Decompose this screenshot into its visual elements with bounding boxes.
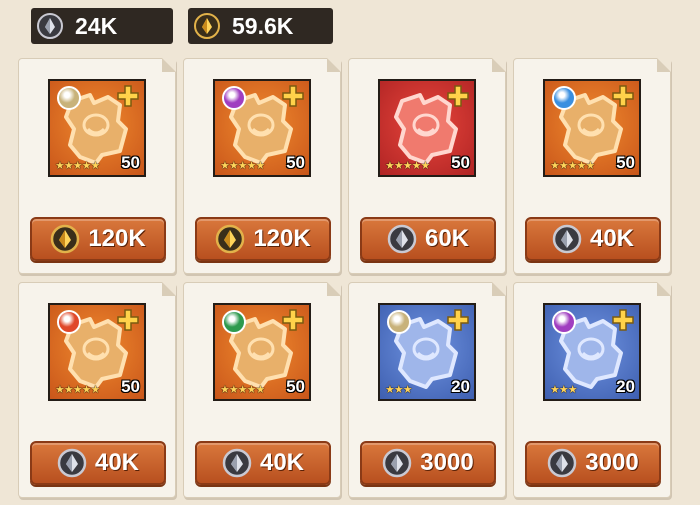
skin-item-icon: ★★★ 20 bbox=[543, 303, 641, 401]
upgrade-plus-icon bbox=[612, 309, 634, 331]
gold-crystal-icon bbox=[51, 224, 80, 254]
upgrade-plus-icon bbox=[612, 85, 634, 107]
buy-button[interactable]: 40K bbox=[525, 217, 661, 261]
shop-item-card[interactable]: ★★★★★ 50 120K bbox=[18, 58, 176, 274]
star-rating: ★★★★★ bbox=[220, 160, 265, 172]
silver-crystal-icon bbox=[552, 224, 582, 254]
skin-item-icon: ★★★★★ 50 bbox=[213, 79, 311, 177]
element-dark-icon bbox=[222, 86, 246, 110]
buy-button[interactable]: 40K bbox=[30, 441, 166, 485]
item-level: 50 bbox=[121, 377, 140, 396]
price-label: 3000 bbox=[585, 449, 639, 476]
element-earth-icon bbox=[222, 310, 246, 334]
star-rating: ★★★★★ bbox=[55, 160, 100, 172]
upgrade-plus-icon bbox=[447, 85, 469, 107]
star-rating: ★★★ bbox=[550, 384, 578, 396]
gold-crystal-icon bbox=[194, 13, 220, 39]
star-rating: ★★★★★ bbox=[550, 160, 595, 172]
element-fire-icon bbox=[57, 310, 81, 334]
buy-button[interactable]: 120K bbox=[30, 217, 166, 261]
buy-button[interactable]: 3000 bbox=[360, 441, 496, 485]
upgrade-plus-icon bbox=[447, 309, 469, 331]
shop-item-card[interactable]: ★★★ 20 3000 bbox=[513, 282, 671, 498]
upgrade-plus-icon bbox=[282, 85, 304, 107]
star-rating: ★★★★★ bbox=[385, 160, 430, 172]
silver-crystal-icon bbox=[222, 448, 252, 478]
silver-crystal-icon bbox=[37, 13, 63, 39]
item-level: 50 bbox=[451, 153, 470, 172]
silver-crystal-icon bbox=[57, 448, 87, 478]
shop-item-card[interactable]: ★★★★★ 50 40K bbox=[513, 58, 671, 274]
buy-button[interactable]: 40K bbox=[195, 441, 331, 485]
price-label: 120K bbox=[253, 225, 311, 252]
shop-item-card[interactable]: ★★★ 20 3000 bbox=[348, 282, 506, 498]
skin-item-icon: ★★★★★ 50 bbox=[48, 303, 146, 401]
price-label: 40K bbox=[259, 449, 305, 476]
element-dark-icon bbox=[552, 310, 576, 334]
silver-amount: 24K bbox=[75, 12, 118, 39]
upgrade-plus-icon bbox=[117, 309, 139, 331]
skin-item-icon: ★★★★★ 50 bbox=[48, 79, 146, 177]
element-water-icon bbox=[552, 86, 576, 110]
shop-item-card[interactable]: ★★★★★ 50 120K bbox=[183, 58, 341, 274]
item-level: 50 bbox=[121, 153, 140, 172]
item-level: 50 bbox=[286, 377, 305, 396]
silver-crystal-icon bbox=[548, 448, 577, 478]
star-rating: ★★★★★ bbox=[220, 384, 265, 396]
shop-item-card[interactable]: ★★★★★ 50 40K bbox=[18, 282, 176, 498]
shop-item-grid: ★★★★★ 50 120K ★★★★★ 50 120K ★★★★★ 50 60K… bbox=[0, 58, 700, 505]
item-level: 50 bbox=[286, 153, 305, 172]
upgrade-plus-icon bbox=[117, 85, 139, 107]
price-label: 40K bbox=[94, 449, 140, 476]
skin-item-icon: ★★★★★ 50 bbox=[378, 79, 476, 177]
silver-currency-display: 24K bbox=[31, 8, 173, 44]
item-level: 20 bbox=[616, 377, 635, 396]
skin-item-icon: ★★★ 20 bbox=[378, 303, 476, 401]
gold-currency-display: 59.6K bbox=[188, 8, 333, 44]
price-label: 120K bbox=[88, 225, 146, 252]
element-light-icon bbox=[387, 310, 411, 334]
gold-crystal-icon bbox=[216, 224, 245, 254]
shop-item-card[interactable]: ★★★★★ 50 60K bbox=[348, 58, 506, 274]
shop-item-card[interactable]: ★★★★★ 50 40K bbox=[183, 282, 341, 498]
price-label: 3000 bbox=[420, 449, 474, 476]
buy-button[interactable]: 120K bbox=[195, 217, 331, 261]
price-label: 60K bbox=[424, 225, 470, 252]
price-label: 40K bbox=[589, 225, 635, 252]
gold-amount: 59.6K bbox=[232, 12, 294, 39]
star-rating: ★★★ bbox=[385, 384, 413, 396]
element-light-icon bbox=[57, 86, 81, 110]
resource-bar: 24K 59.6K bbox=[0, 0, 700, 56]
star-rating: ★★★★★ bbox=[55, 384, 100, 396]
buy-button[interactable]: 60K bbox=[360, 217, 496, 261]
silver-crystal-icon bbox=[383, 448, 412, 478]
item-level: 50 bbox=[616, 153, 635, 172]
silver-crystal-icon bbox=[387, 224, 417, 254]
item-level: 20 bbox=[451, 377, 470, 396]
buy-button[interactable]: 3000 bbox=[525, 441, 661, 485]
upgrade-plus-icon bbox=[282, 309, 304, 331]
skin-item-icon: ★★★★★ 50 bbox=[213, 303, 311, 401]
skin-item-icon: ★★★★★ 50 bbox=[543, 79, 641, 177]
